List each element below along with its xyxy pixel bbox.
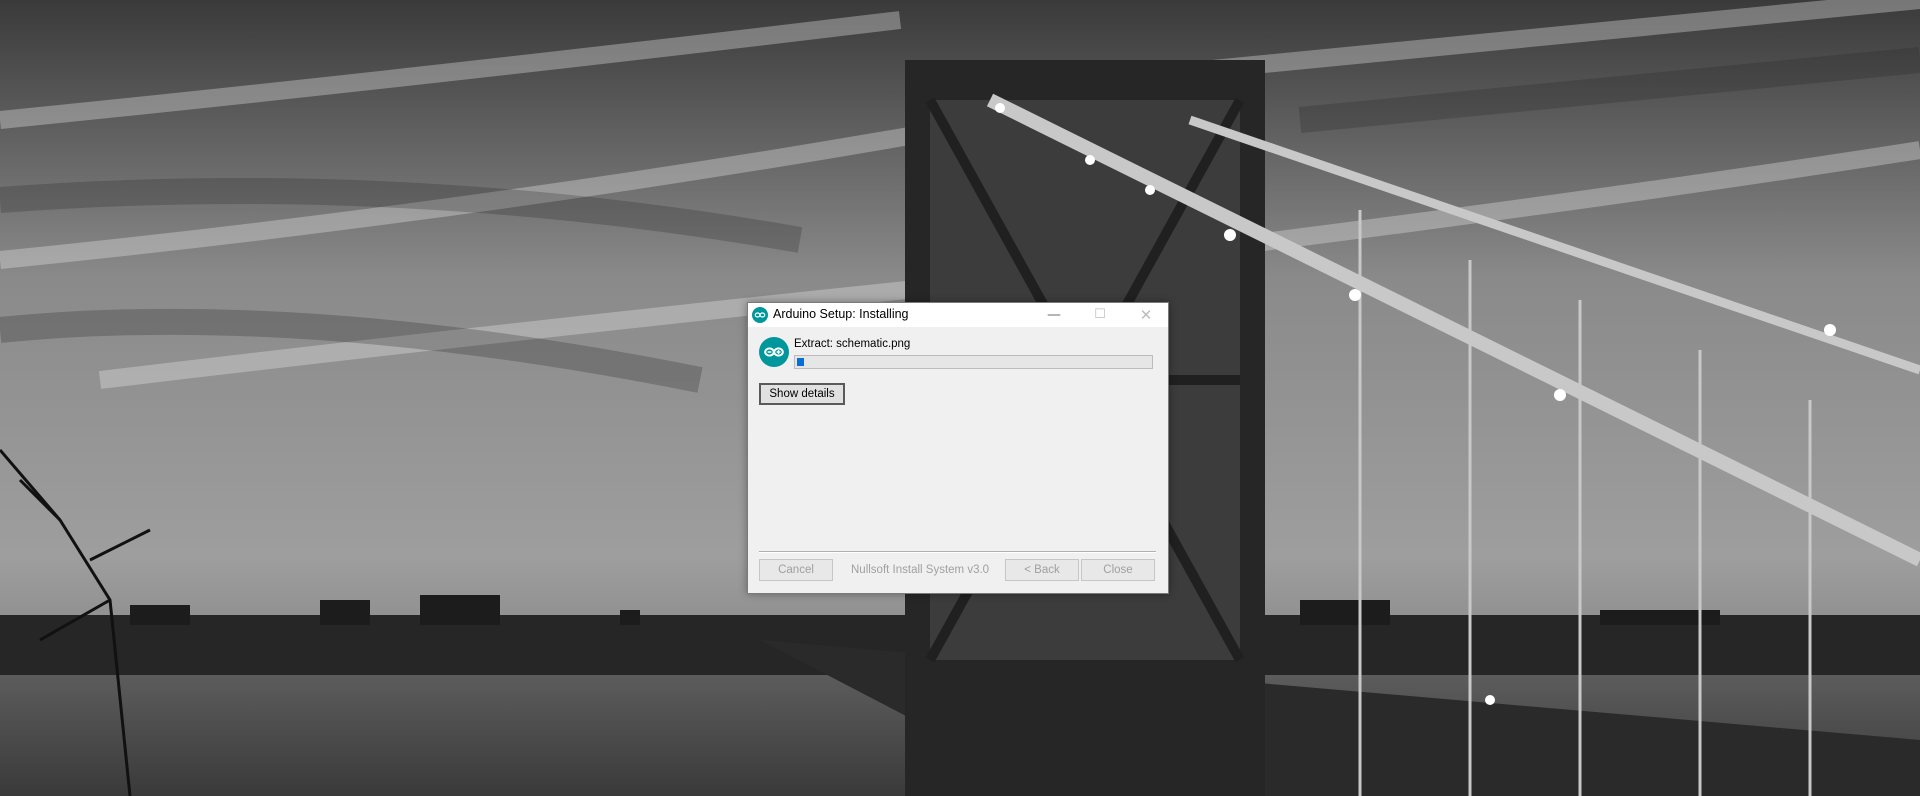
cancel-button[interactable]: Cancel [759, 559, 833, 581]
maximize-button[interactable]: ☐ [1077, 303, 1123, 327]
window-title: Arduino Setup: Installing [773, 307, 909, 321]
minimize-button[interactable]: — [1031, 303, 1077, 327]
install-progress-bar [794, 355, 1153, 369]
progress-fill [797, 358, 804, 366]
close-window-button[interactable]: ✕ [1123, 303, 1169, 327]
show-details-button[interactable]: Show details [759, 383, 845, 405]
back-button[interactable]: < Back [1005, 559, 1079, 581]
nsis-branding-text: Nullsoft Install System v3.0 [851, 564, 990, 576]
install-status-text: Extract: schematic.png [794, 338, 911, 350]
footer-separator [759, 551, 1156, 553]
title-bar[interactable]: Arduino Setup: Installing — ☐ ✕ [748, 303, 1168, 327]
setup-dialog: Arduino Setup: Installing — ☐ ✕ Extract:… [747, 302, 1169, 594]
close-button[interactable]: Close [1081, 559, 1155, 581]
arduino-logo-icon [752, 307, 768, 323]
arduino-logo-icon [759, 337, 789, 367]
